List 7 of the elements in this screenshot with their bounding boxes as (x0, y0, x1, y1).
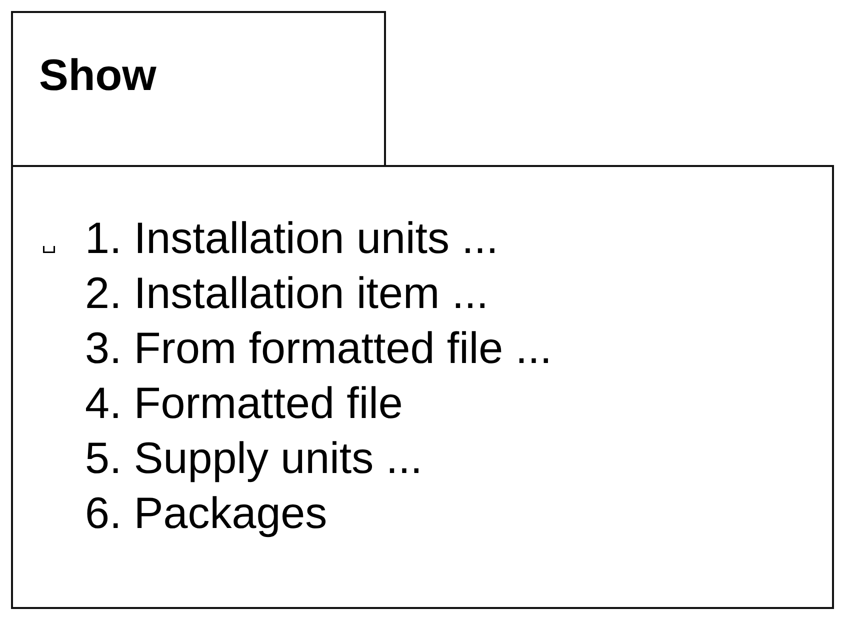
menu-item[interactable]: 2. Installation item ... (85, 266, 489, 321)
menu-item[interactable]: 5. Supply units ... (85, 431, 423, 486)
menu-item[interactable]: 3. From formatted file ... (85, 321, 552, 376)
menu-item[interactable]: 6. Packages (85, 486, 328, 541)
menu-item[interactable]: 1. Installation units ... (85, 211, 498, 266)
menu-item[interactable]: 4. Formatted file (85, 376, 403, 431)
header-title: Show (39, 50, 156, 102)
